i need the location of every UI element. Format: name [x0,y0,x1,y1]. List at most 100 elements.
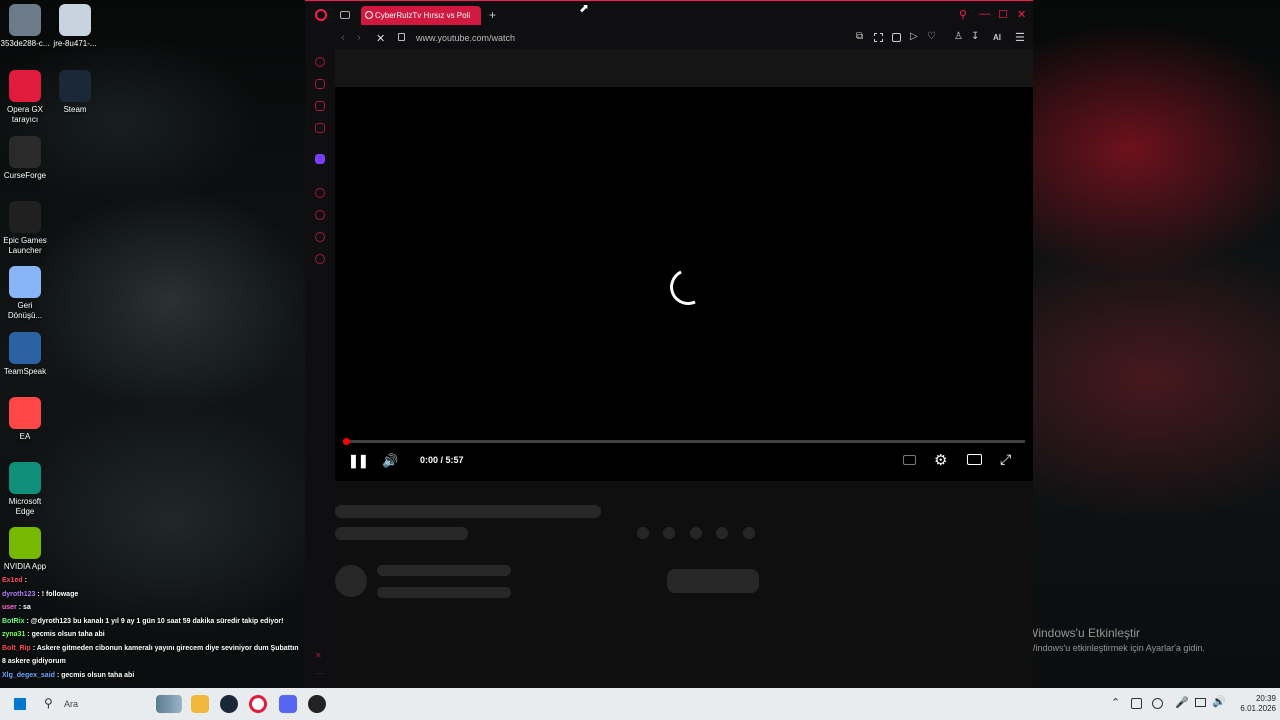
maximize-button[interactable]: ☐ [998,8,1008,21]
tray-app-icon-1[interactable] [1131,698,1142,709]
workspaces-icon[interactable] [340,11,350,19]
chat-icon[interactable] [315,232,325,242]
clock[interactable]: 20:39 6.01.2026 [1236,694,1276,714]
github-taskbar-icon[interactable] [308,695,326,713]
sidebar-more-icon[interactable]: ✕ [315,651,322,660]
chat-line: Xlg_degex_said : gecmis olsun taha abi [2,669,302,683]
desktop-app-icon [9,527,41,559]
ad-block-icon[interactable] [892,33,901,42]
loading-spinner-icon [664,263,712,311]
new-tab-button[interactable]: + [489,8,496,22]
play-icon[interactable]: ▷ [910,31,918,42]
desktop-icon[interactable]: CurseForge [0,136,50,181]
windows-activation-watermark: Windows'u Etkinleştir Windows'u etkinleş… [1027,626,1205,653]
ai-button[interactable]: AI [993,33,1001,42]
settings-gear-icon[interactable]: ⚙ [934,451,947,469]
history-icon[interactable] [315,210,325,220]
desktop-icon[interactable]: NVIDIA App [0,527,50,572]
desktop-icon[interactable]: jre-8u471-... [50,4,100,49]
chat-message: : ! followage [35,590,79,598]
volume-tray-icon[interactable]: 🔊 [1212,695,1226,708]
taskbar-search[interactable]: Ara [64,699,78,709]
desktop-icon-label: CurseForge [3,171,47,180]
gx-store-icon[interactable] [315,79,325,89]
messenger-icon[interactable] [315,101,325,111]
chat-line: zyna31 : gecmis olsun taha abi [2,628,302,642]
microphone-icon[interactable]: 🎤 [1175,696,1189,709]
download-icon[interactable]: ↧ [971,31,979,42]
desktop-icon-label: Opera GX tarayıcı [6,105,43,124]
desktop-app-icon [9,136,41,168]
file-explorer-icon[interactable] [191,695,209,713]
menu-icon[interactable]: ☰ [1015,31,1025,44]
tray-chevron-icon[interactable]: ⌃ [1111,696,1120,709]
snapshot-icon[interactable] [874,33,883,42]
video-player[interactable]: ❚❚ 🔊 0:00 / 5:57 ⚙ ⤢ [335,87,1033,481]
progress-scrubber[interactable] [343,438,350,445]
opera-gx-window: CyberRulzTv Hırsız vs Poli + ⚲ — ☐ ✕ ‹ ›… [305,0,1033,689]
desktop-app-icon [59,70,91,102]
lock-icon [398,33,405,41]
chat-username: Xlg_degex_said [2,671,55,679]
news-icon[interactable] [315,123,325,133]
tab-youtube[interactable]: CyberRulzTv Hırsız vs Poli [361,6,481,25]
desktop-icon[interactable]: Steam [50,70,100,115]
title-skeleton [335,505,601,518]
twitch-icon[interactable] [315,154,325,164]
desktop-icon-label: EA [19,432,31,441]
desktop-icon[interactable]: Opera GX tarayıcı [0,70,50,125]
desktop-icon-label: 353de288-c... [0,39,50,48]
back-button-icon[interactable]: ‹ [341,32,345,44]
chat-message: : gecmis olsun taha abi [54,671,135,679]
discord-taskbar-icon[interactable] [279,695,297,713]
search-tabs-icon[interactable]: ⚲ [959,8,967,21]
url-field[interactable]: www.youtube.com/watch [416,33,515,43]
gx-control-icon[interactable] [315,57,325,67]
steam-taskbar-icon[interactable] [220,695,238,713]
desktop-icon-label: TeamSpeak [3,367,47,376]
action-skeleton-5 [743,527,755,539]
network-icon[interactable] [1195,698,1206,707]
forward-button-icon[interactable]: › [357,32,361,44]
loading-favicon-icon [365,11,373,19]
opera-logo-icon[interactable] [315,9,327,21]
start-button-icon[interactable] [14,698,26,710]
address-bar: ‹ › ✕ www.youtube.com/watch ⧉ ▷ ♡ ♙ ↧ AI… [305,29,1033,49]
desktop-icon[interactable]: 353de288-c... [0,4,50,49]
account-icon[interactable]: ♙ [954,31,963,42]
desktop-icon[interactable]: Microsoft Edge [0,462,50,517]
desktop-app-icon [59,4,91,36]
channel-name-skeleton [377,565,511,576]
opera-gx-taskbar-icon[interactable] [249,695,267,713]
search-icon[interactable]: ⚲ [44,696,53,710]
desktop-icon[interactable]: TeamSpeak [0,332,50,377]
bookmark-icon[interactable]: ⧉ [856,31,863,42]
theater-mode-icon[interactable] [967,454,982,465]
minimize-button[interactable]: — [979,8,990,20]
player-icon[interactable] [315,188,325,198]
desktop-icon-label: NVIDIA App [3,562,47,571]
stop-loading-icon[interactable]: ✕ [376,32,385,45]
settings-icon[interactable] [315,254,325,264]
volume-button-icon[interactable]: 🔊 [382,453,398,469]
sidebar-overflow-icon[interactable]: ⋯ [316,669,324,678]
tray-app-icon-2[interactable] [1152,698,1163,709]
desktop-icon[interactable]: EA [0,397,50,442]
heart-icon[interactable]: ♡ [927,31,936,42]
pause-button-icon[interactable]: ❚❚ [348,453,369,469]
widgets-app-icon[interactable] [156,695,182,713]
desktop-icon[interactable]: Geri Dönüşü... [0,266,50,321]
chat-line: BotRix : @dyroth123 bu kanalı 1 yıl 9 ay… [2,615,302,629]
desktop-app-icon [9,462,41,494]
desktop-app-icon [9,332,41,364]
chat-username: user [2,604,17,611]
desktop-app-icon [9,397,41,429]
desktop-icon[interactable]: Epic Games Launcher [0,201,50,256]
close-button[interactable]: ✕ [1017,8,1026,21]
progress-bar[interactable] [343,438,1025,445]
mouse-cursor-icon: ⬈ [579,1,590,15]
action-skeleton-4 [716,527,728,539]
fullscreen-icon[interactable]: ⤢ [1000,451,1011,468]
subtitles-button-icon[interactable] [903,455,916,465]
chat-username: dyroth123 [2,590,36,598]
